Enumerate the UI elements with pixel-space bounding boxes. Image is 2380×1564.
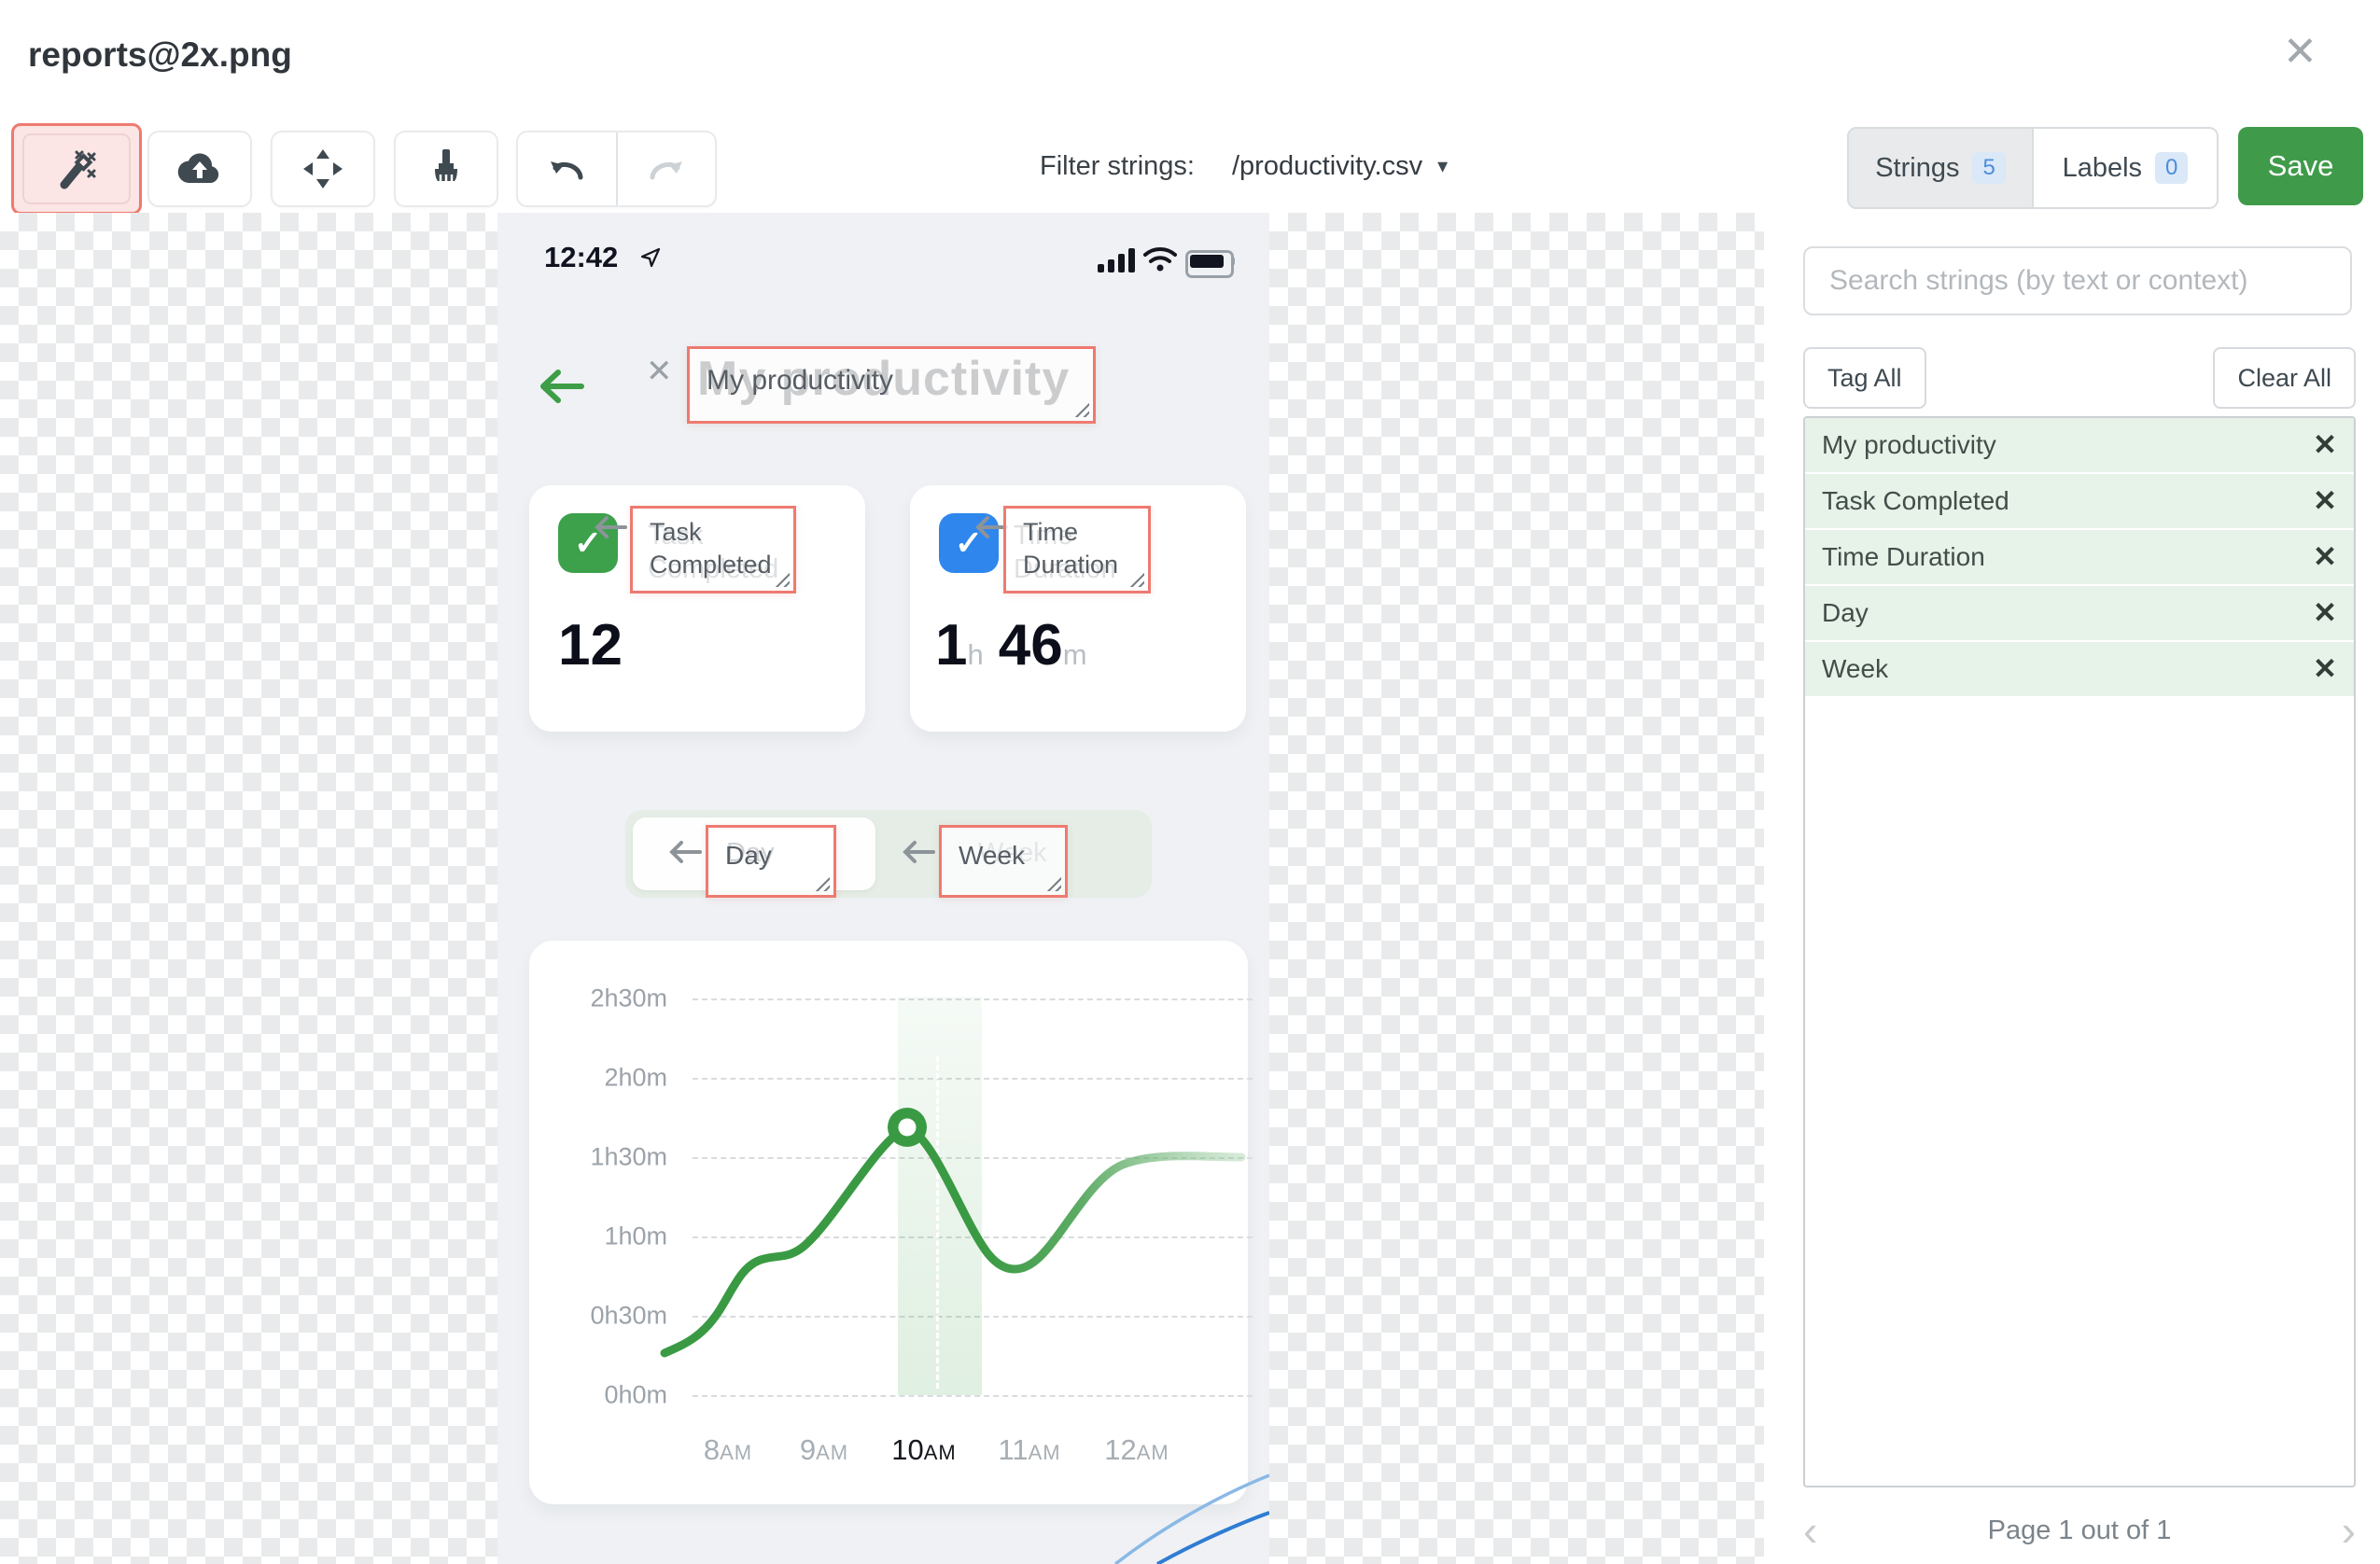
annotation-canvas[interactable]: 12:42 My productivi [0, 213, 1764, 1564]
back-arrow-icon [540, 370, 584, 403]
annotation-box-day[interactable]: Day [706, 825, 836, 898]
minutes-unit: m [1062, 638, 1087, 671]
string-row[interactable]: Time Duration ✕ [1805, 530, 2354, 584]
string-remove-icon[interactable]: ✕ [2313, 484, 2337, 518]
resize-handle[interactable] [815, 876, 830, 891]
resize-handle[interactable] [1129, 572, 1144, 587]
tab-labels[interactable]: Labels 0 [2034, 129, 2217, 207]
decorative-wave-lines [1113, 1473, 1269, 1564]
annotation-arrow-icon [595, 516, 627, 538]
brush-tool-button[interactable] [394, 131, 498, 207]
annotation-box-title[interactable]: My productivity [687, 346, 1096, 424]
annotation-arrow-icon [669, 841, 702, 863]
tag-all-button[interactable]: Tag All [1803, 347, 1926, 409]
move-tool-button[interactable] [271, 131, 375, 207]
filter-file-dropdown[interactable]: /productivity.csv ▾ [1232, 151, 1448, 182]
pagination-label: Page 1 out of 1 [1987, 1515, 2172, 1545]
annotation-box-card2[interactable]: Time Duration [1003, 506, 1151, 593]
save-button[interactable]: Save [2238, 127, 2363, 205]
undo-redo-group [516, 131, 717, 207]
battery-tip [1231, 257, 1235, 266]
search-input[interactable] [1803, 246, 2352, 315]
minutes-value: 46 [998, 613, 1063, 677]
tasks-completed-value: 12 [558, 613, 623, 677]
annotation-box-week[interactable]: Week [939, 825, 1068, 898]
tab-labels-label: Labels [2062, 152, 2143, 183]
string-remove-icon[interactable]: ✕ [2313, 428, 2337, 462]
resize-handle[interactable] [1074, 402, 1089, 417]
string-row-label: Day [1822, 598, 1869, 627]
resize-handle[interactable] [775, 572, 790, 587]
undo-icon [551, 161, 583, 180]
cloud-upload-icon [177, 153, 219, 184]
string-row[interactable]: Task Completed ✕ [1805, 474, 2354, 528]
annotation-card1-text: Task Completed [650, 518, 772, 579]
labels-count-badge: 0 [2155, 152, 2189, 184]
strings-list: My productivity ✕ Task Completed ✕ Time Dura… [1803, 416, 2356, 1487]
upload-button[interactable] [147, 131, 252, 207]
string-row-label: Week [1822, 654, 1889, 683]
strings-sidebar: Tag All Clear All My productivity✕Task C… [1764, 213, 2380, 1564]
chart-x-tick: 12AM [1104, 1433, 1169, 1466]
toolbar: Filter strings: /productivity.csv ▾ Stri… [0, 119, 2380, 215]
redo-icon [650, 161, 682, 180]
string-row-label: Time Duration [1822, 542, 1985, 571]
strings-labels-tabs: Strings 5 Labels 0 [1847, 127, 2219, 209]
chart-x-tick: 10AM [891, 1433, 957, 1466]
tab-strings[interactable]: Strings 5 [1849, 129, 2034, 207]
pagination: ‹ Page 1 out of 1 › [1803, 1509, 2356, 1552]
auto-tag-tool-button-active[interactable] [11, 123, 142, 215]
tab-strings-label: Strings [1875, 152, 1960, 183]
close-icon[interactable]: ✕ [2283, 28, 2317, 76]
string-row[interactable]: Week ✕ [1805, 642, 2354, 696]
annotation-title-text: My productivity [707, 365, 894, 396]
magic-wand-icon [22, 133, 131, 204]
string-tagging-editor: reports@2x.png ✕ Filter strings: /produc… [0, 0, 2380, 1564]
string-remove-icon[interactable]: ✕ [2313, 596, 2337, 630]
productivity-chart: 2h30m 2h0m 1h30m 1h0m 0h30m 0h0m 8AM 9AM… [529, 941, 1253, 1504]
chevron-left-icon[interactable]: ‹ [1803, 1509, 1817, 1552]
annotation-box-card1[interactable]: Task Completed [630, 506, 796, 593]
clear-all-button[interactable]: Clear All [2213, 347, 2356, 409]
line-chart-curve [660, 1108, 1246, 1358]
header-bar: reports@2x.png ✕ [0, 0, 2380, 120]
undo-button[interactable] [518, 133, 618, 205]
file-title: reports@2x.png [28, 35, 292, 74]
filter-file-value: /productivity.csv [1231, 150, 1423, 181]
filter-strings-row: Filter strings: /productivity.csv ▾ [1040, 119, 1448, 213]
signal-bars-icon [1098, 248, 1135, 272]
chevron-right-icon[interactable]: › [2342, 1509, 2356, 1552]
status-time: 12:42 [544, 241, 619, 273]
strings-count-badge: 5 [1972, 152, 2006, 184]
move-icon [303, 149, 343, 189]
location-arrow-icon [640, 247, 661, 268]
string-row[interactable]: My productivity ✕ [1805, 418, 2354, 472]
hours-unit: h [967, 638, 984, 671]
string-row-label: My productivity [1822, 430, 1996, 459]
annotation-arrow-icon [903, 841, 935, 863]
brush-icon [435, 149, 457, 181]
chart-x-tick: 9AM [799, 1433, 849, 1466]
time-duration-value: 1 h 46 m [935, 612, 1087, 678]
hours-value: 1 [935, 613, 968, 677]
annotation-remove-icon[interactable]: ✕ [646, 353, 673, 390]
annotation-week-text: Week [959, 841, 1026, 870]
chevron-down-icon: ▾ [1437, 154, 1449, 177]
chart-x-tick: 8AM [703, 1433, 753, 1466]
annotation-day-text: Day [725, 841, 772, 870]
string-row-label: Task Completed [1822, 486, 2009, 515]
chart-x-tick: 11AM [998, 1433, 1061, 1466]
string-row[interactable]: Day ✕ [1805, 586, 2354, 640]
filter-strings-label: Filter strings: [1040, 150, 1195, 181]
redo-button[interactable] [618, 133, 716, 205]
resize-handle[interactable] [1046, 876, 1061, 891]
string-remove-icon[interactable]: ✕ [2313, 652, 2337, 686]
string-remove-icon[interactable]: ✕ [2313, 540, 2337, 574]
battery-icon [1185, 250, 1234, 278]
wifi-icon [1143, 247, 1177, 272]
annotation-card2-text: Time Duration [1023, 518, 1119, 579]
